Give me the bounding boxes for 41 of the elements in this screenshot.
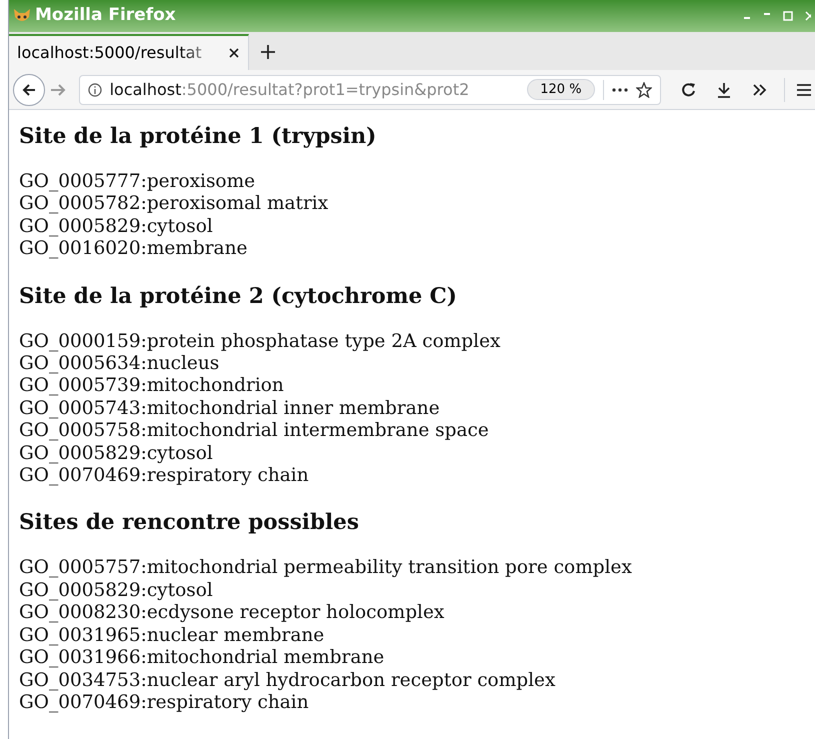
go-term: GO_0005758:mitochondrial intermembrane space <box>19 420 489 443</box>
maximize-icon[interactable] <box>783 11 793 21</box>
plus-icon[interactable] <box>261 45 275 59</box>
menu-icon[interactable] <box>797 82 811 96</box>
address-bar[interactable]: localhost:5000/resultat?prot1=trypsin&prot2 120 % <box>78 74 661 104</box>
overflow-icon[interactable] <box>752 82 768 96</box>
section-heading: Site de la protéine 2 (cytochrome C) <box>19 282 457 311</box>
forward-icon[interactable] <box>48 82 67 98</box>
go-term: GO_0005829:cytosol <box>19 216 213 238</box>
go-term: GO_0031965:nuclear membrane <box>19 624 324 648</box>
go-term: GO_0000159:protein phosphatase type 2A complex <box>19 330 500 354</box>
star-icon[interactable] <box>636 82 652 98</box>
window-title: Mozilla Firefox <box>35 4 176 28</box>
go-term: GO_0005829:cytosol <box>19 442 213 466</box>
back-button[interactable] <box>13 74 45 106</box>
back-arrow-icon <box>20 82 37 98</box>
url-text: localhost:5000/resultat?prot1=trypsin&prot2 <box>110 78 470 100</box>
zoom-level[interactable]: 120 % <box>527 78 595 100</box>
tab-title: localhost:5000/resultat <box>17 42 203 64</box>
go-term: GO_0005757:mitochondrial permeability transition pore complex <box>19 557 632 580</box>
info-icon[interactable] <box>88 82 102 96</box>
go-term: GO_0005777:peroxisome <box>19 171 256 194</box>
section-heading: Site de la protéine 1 (trypsin) <box>19 123 376 151</box>
go-term: GO_0031966:mitochondrial membrane <box>19 647 384 670</box>
more-icon[interactable] <box>612 88 628 92</box>
section-heading: Sites de rencontre possibles <box>19 509 359 538</box>
go-term: GO_0005634:nucleus <box>19 353 220 376</box>
fox-icon <box>13 8 31 24</box>
reload-icon[interactable] <box>680 82 696 98</box>
browser-tab[interactable]: localhost:5000/resultat <box>9 34 249 70</box>
go-term: GO_0008230:ecdysone receptor holocomplex <box>19 602 444 625</box>
go-term: GO_0005743:mitochondrial inner membrane <box>19 398 440 420</box>
go-term: GO_0005782:peroxisomal matrix <box>19 193 328 216</box>
go-term: GO_0070469:respiratory chain <box>19 692 309 714</box>
go-term: GO_0070469:respiratory chain <box>19 465 309 488</box>
go-term: GO_0016020:membrane <box>19 238 248 261</box>
go-term: GO_0034753:nuclear aryl hydrocarbon receptor complex <box>19 670 556 692</box>
go-term: GO_0005739:mitochondrion <box>19 375 284 398</box>
close-icon[interactable] <box>228 47 240 59</box>
go-term: GO_0005829:cytosol <box>19 580 213 602</box>
download-icon[interactable] <box>716 82 732 98</box>
